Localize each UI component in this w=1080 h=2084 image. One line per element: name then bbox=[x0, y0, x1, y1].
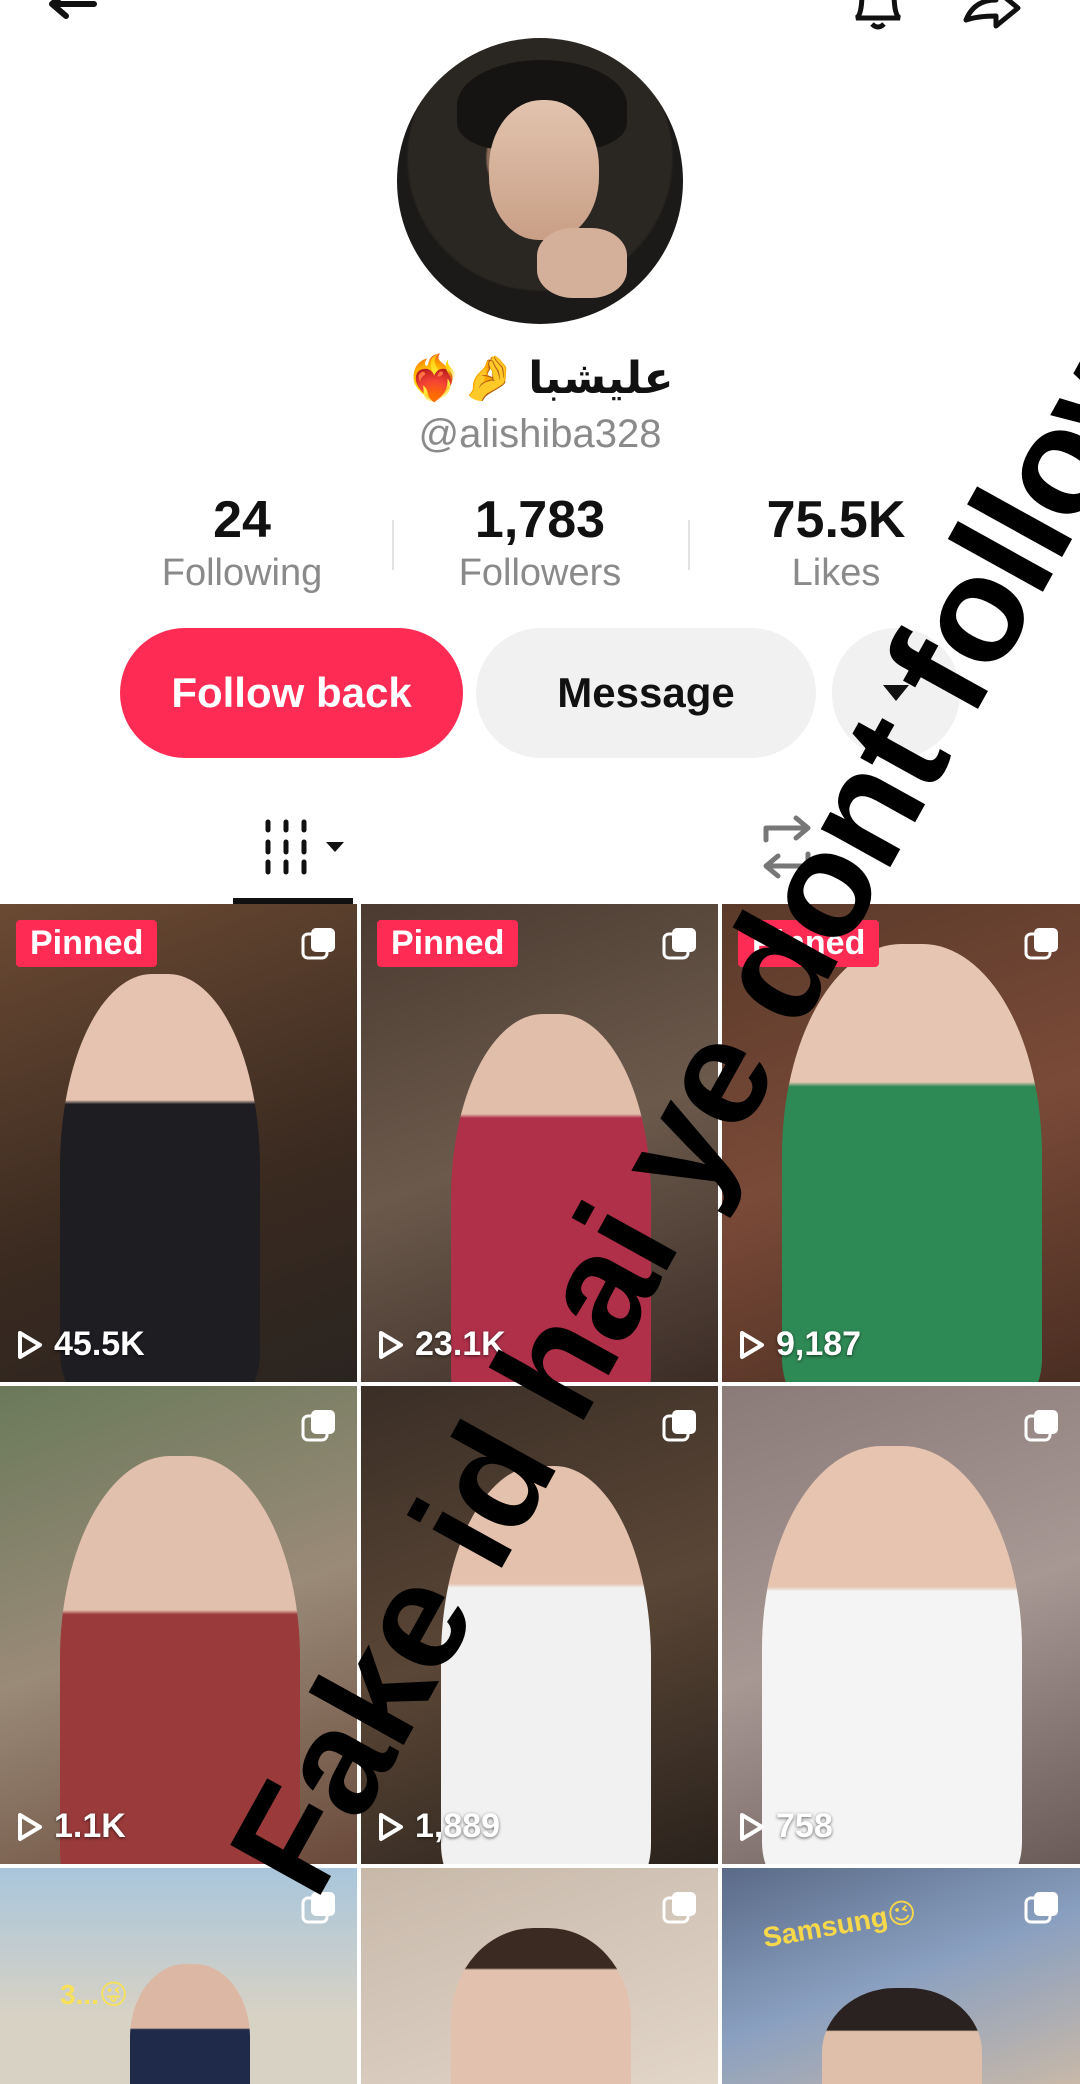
multi-photo-icon bbox=[301, 1892, 335, 1924]
play-icon bbox=[740, 1330, 764, 1359]
pinned-badge: Pinned bbox=[738, 920, 880, 967]
following-label: Following bbox=[161, 552, 323, 594]
multi-photo-icon bbox=[1024, 1410, 1058, 1442]
view-count: 1,889 bbox=[377, 1807, 500, 1846]
view-count-text: 1,889 bbox=[415, 1807, 501, 1845]
play-icon bbox=[740, 1812, 764, 1841]
view-count-text: 758 bbox=[776, 1807, 833, 1845]
likes-label: Likes bbox=[791, 552, 881, 594]
video-thumbnail[interactable]: 3...😜 bbox=[0, 1868, 357, 2084]
play-icon bbox=[379, 1812, 403, 1841]
view-count-text: 9,187 bbox=[776, 1325, 862, 1363]
video-thumbnail[interactable]: Pinned 9,187 bbox=[722, 904, 1080, 1382]
following-count: 24 bbox=[213, 491, 271, 549]
video-caption: 3...😜 bbox=[60, 1979, 129, 2010]
videos-grid-icon[interactable] bbox=[262, 818, 352, 878]
multi-photo-icon bbox=[301, 1410, 335, 1442]
pinned-badge: Pinned bbox=[16, 920, 158, 967]
view-count: 1.1K bbox=[16, 1807, 126, 1846]
view-count: 23.1K bbox=[377, 1325, 506, 1364]
pinned-badge: Pinned bbox=[377, 920, 519, 967]
name-text: عليشبا bbox=[528, 354, 674, 403]
play-icon bbox=[379, 1330, 403, 1359]
view-count-text: 45.5K bbox=[54, 1325, 145, 1363]
video-thumbnail[interactable] bbox=[361, 1868, 718, 2084]
play-icon bbox=[18, 1330, 42, 1359]
play-icon bbox=[18, 1812, 42, 1841]
view-count: 45.5K bbox=[16, 1325, 145, 1364]
view-count-text: 1.1K bbox=[54, 1807, 126, 1845]
stat-divider bbox=[688, 520, 690, 570]
suggested-dropdown-button[interactable] bbox=[832, 628, 960, 758]
multi-photo-icon bbox=[1024, 1892, 1058, 1924]
repost-icon[interactable] bbox=[752, 814, 822, 880]
video-thumbnail[interactable]: 1.1K bbox=[0, 1386, 357, 1864]
followers-label: Followers bbox=[458, 552, 622, 594]
view-count: 9,187 bbox=[738, 1325, 861, 1364]
view-count-text: 23.1K bbox=[415, 1325, 506, 1363]
likes-count: 75.5K bbox=[766, 491, 906, 549]
profile-stats: 24 Following 1,783 Followers 75.5K Likes bbox=[0, 490, 1080, 600]
video-thumbnail[interactable]: Samsung😉 bbox=[722, 1868, 1080, 2084]
video-thumbnail[interactable]: Pinned 23.1K bbox=[361, 904, 718, 1382]
back-arrow-icon[interactable] bbox=[40, 0, 104, 38]
content-tabs bbox=[0, 800, 1080, 904]
name-emoji: ❤️‍🔥🤌 bbox=[406, 354, 517, 403]
view-count: 758 bbox=[738, 1807, 833, 1846]
bell-icon[interactable] bbox=[846, 0, 910, 38]
message-button[interactable]: Message bbox=[476, 628, 816, 758]
display-name: ❤️‍🔥🤌 عليشبا bbox=[0, 352, 1080, 404]
share-icon[interactable] bbox=[960, 0, 1024, 38]
video-grid: Pinned 45.5K Pinned 23.1K Pinned 9,187 1… bbox=[0, 904, 1080, 2084]
multi-photo-icon bbox=[662, 928, 696, 960]
follow-back-button[interactable]: Follow back bbox=[120, 628, 463, 758]
caret-down-icon bbox=[883, 685, 909, 701]
stat-following[interactable]: 24 Following bbox=[122, 490, 362, 596]
stat-divider bbox=[392, 520, 394, 570]
stat-likes[interactable]: 75.5K Likes bbox=[716, 490, 956, 596]
stat-followers[interactable]: 1,783 Followers bbox=[420, 490, 660, 596]
video-thumbnail[interactable]: 758 bbox=[722, 1386, 1080, 1864]
video-thumbnail[interactable]: 1,889 bbox=[361, 1386, 718, 1864]
multi-photo-icon bbox=[1024, 928, 1058, 960]
username-handle: @alishiba328 bbox=[418, 412, 662, 456]
avatar[interactable] bbox=[397, 38, 683, 324]
top-bar bbox=[0, 0, 1080, 40]
multi-photo-icon bbox=[662, 1892, 696, 1924]
multi-photo-icon bbox=[662, 1410, 696, 1442]
followers-count: 1,783 bbox=[474, 491, 606, 549]
video-thumbnail[interactable]: Pinned 45.5K bbox=[0, 904, 357, 1382]
multi-photo-icon bbox=[301, 928, 335, 960]
